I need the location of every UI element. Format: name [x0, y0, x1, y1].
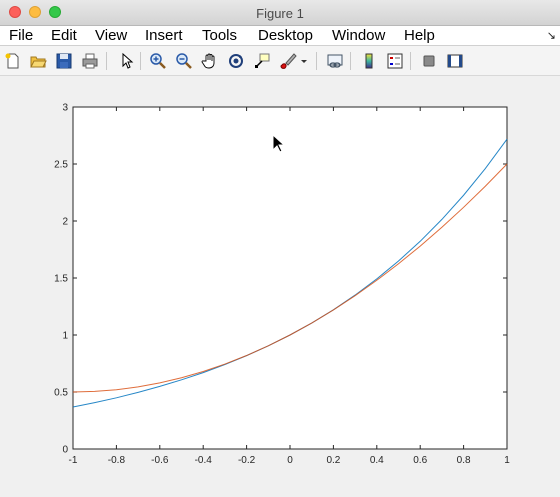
x-tick-label: 0.2	[326, 455, 340, 466]
title-bar[interactable]: Figure 1	[0, 0, 560, 26]
link-plot-icon[interactable]	[325, 51, 345, 71]
zoom-out-icon[interactable]	[174, 51, 194, 71]
toolbar-separator	[106, 52, 107, 70]
window-title: Figure 1	[256, 6, 304, 21]
menu-view[interactable]: View	[95, 27, 127, 45]
menu-bar: File Edit View Insert Tools Desktop Wind…	[0, 26, 560, 46]
x-tick-label: -0.8	[108, 455, 126, 466]
new-figure-icon[interactable]	[3, 51, 23, 71]
edit-plot-arrow-icon[interactable]	[116, 51, 136, 71]
x-tick-label: -0.6	[151, 455, 169, 466]
y-tick-label: 0	[62, 445, 68, 456]
save-icon[interactable]	[54, 51, 74, 71]
x-tick-label: -1	[69, 455, 78, 466]
menu-edit[interactable]: Edit	[51, 27, 77, 45]
x-tick-label: -0.4	[195, 455, 213, 466]
y-tick-label: 3	[62, 103, 68, 114]
y-tick-label: 2.5	[54, 160, 68, 171]
show-plot-tools-icon[interactable]	[445, 51, 465, 71]
x-tick-label: 0.6	[413, 455, 427, 466]
x-tick-label: 1	[504, 455, 510, 466]
x-tick-label: 0.4	[370, 455, 384, 466]
toolbar-separator	[350, 52, 351, 70]
menu-window[interactable]: Window	[332, 27, 385, 45]
print-icon[interactable]	[80, 51, 100, 71]
dock-figure-icon[interactable]: ↘	[547, 29, 556, 42]
brush-dropdown-icon[interactable]	[298, 51, 310, 71]
mouse-pointer-icon	[272, 133, 286, 154]
x-tick-label: 0.8	[457, 455, 471, 466]
brush-icon[interactable]	[278, 51, 298, 71]
rotate-3d-icon[interactable]	[226, 51, 246, 71]
data-cursor-icon[interactable]	[252, 51, 272, 71]
menu-desktop[interactable]: Desktop	[258, 27, 313, 45]
plot-axes	[72, 106, 508, 450]
toolbar-separator	[410, 52, 411, 70]
zoom-in-icon[interactable]	[148, 51, 168, 71]
toolbar-separator	[140, 52, 141, 70]
x-tick-label: -0.2	[238, 455, 256, 466]
hide-plot-tools-icon[interactable]	[419, 51, 439, 71]
insert-legend-icon[interactable]	[385, 51, 405, 71]
y-tick-label: 1	[62, 331, 68, 342]
y-tick-label: 1.5	[54, 274, 68, 285]
figure-toolbar	[0, 46, 560, 76]
menu-file[interactable]: File	[9, 27, 33, 45]
y-tick-label: 2	[62, 217, 68, 228]
open-file-icon[interactable]	[28, 51, 48, 71]
toolbar-separator	[316, 52, 317, 70]
y-tick-label: 0.5	[54, 388, 68, 399]
menu-insert[interactable]: Insert	[145, 27, 183, 45]
menu-tools[interactable]: Tools	[202, 27, 237, 45]
pan-hand-icon[interactable]	[200, 51, 220, 71]
insert-colorbar-icon[interactable]	[359, 51, 379, 71]
menu-help[interactable]: Help	[404, 27, 435, 45]
x-tick-label: 0	[287, 455, 293, 466]
figure-window: Figure 1 File Edit View Insert Tools Des…	[0, 0, 560, 497]
